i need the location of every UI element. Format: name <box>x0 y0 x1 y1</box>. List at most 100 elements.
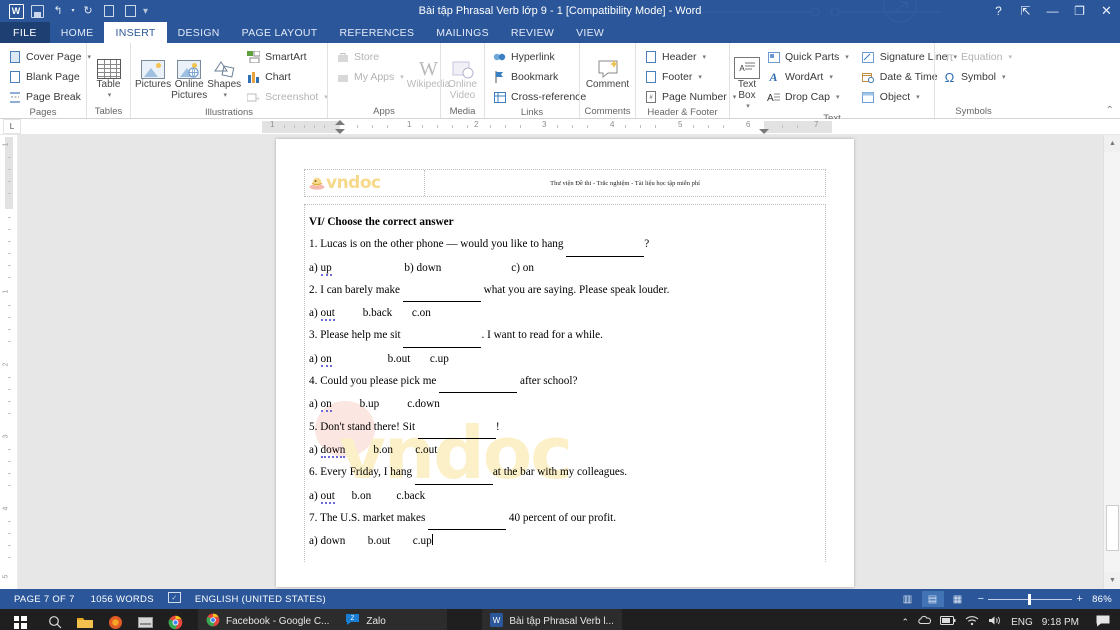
onedrive-icon[interactable] <box>918 615 932 629</box>
chrome-icon[interactable] <box>160 609 190 630</box>
tab-mailings[interactable]: MAILINGS <box>425 22 500 43</box>
undo-dropdown-icon[interactable]: ▾ <box>69 2 77 20</box>
page-number-button[interactable]: # Page Number ▾ <box>640 88 739 106</box>
tab-page-layout[interactable]: PAGE LAYOUT <box>231 22 329 43</box>
tab-design[interactable]: DESIGN <box>167 22 231 43</box>
ribbon-display-options-button[interactable]: ⇱ <box>1012 0 1039 22</box>
print-layout-button[interactable]: ▤ <box>921 591 944 607</box>
hanging-indent-marker[interactable] <box>335 129 345 134</box>
customize-qat-icon[interactable]: ▾ <box>141 6 150 17</box>
new-document-icon[interactable] <box>99 2 119 20</box>
help-button[interactable]: ? <box>985 0 1012 22</box>
taskbar-clock[interactable]: 9:18 PM <box>1042 617 1079 628</box>
zoom-out-button[interactable]: − <box>978 593 985 605</box>
table-button[interactable]: Table ▾ <box>91 47 126 101</box>
taskbar-item-chrome[interactable]: Facebook - Google C... <box>198 609 338 630</box>
symbol-label: Symbol <box>961 71 997 83</box>
unikey-icon[interactable] <box>130 609 160 630</box>
scroll-down-arrow[interactable]: ▼ <box>1104 572 1120 589</box>
scroll-up-arrow[interactable]: ▲ <box>1104 135 1120 152</box>
word-count[interactable]: 1056 WORDS <box>83 594 162 605</box>
web-layout-button[interactable]: ▦ <box>947 591 969 607</box>
zoom-slider[interactable]: − + <box>978 593 1083 605</box>
cover-page-button[interactable]: Cover Page ▾ <box>4 48 94 66</box>
redo-icon[interactable]: ↻ <box>78 2 98 20</box>
smartart-button[interactable]: SmartArt <box>243 48 331 66</box>
wifi-icon[interactable] <box>965 615 979 629</box>
document-canvas[interactable]: vndoc Thư viện Đề thi - Trắc nghiệm - Tà… <box>18 135 1120 589</box>
volume-icon[interactable] <box>988 615 1002 629</box>
firefox-icon[interactable] <box>100 609 130 630</box>
scrollbar-thumb[interactable] <box>1106 505 1119 551</box>
table-dropdown-icon[interactable]: ▾ <box>108 90 112 101</box>
spell-check-icon[interactable]: ✓ <box>162 592 187 606</box>
tab-insert[interactable]: INSERT <box>104 22 167 43</box>
text-box-button[interactable]: A Text Box ▾ <box>734 47 760 112</box>
bookmark-button[interactable]: Bookmark <box>489 68 589 86</box>
tab-file[interactable]: FILE <box>0 22 50 43</box>
left-indent-marker[interactable] <box>335 120 345 125</box>
smartart-label: SmartArt <box>265 51 307 63</box>
save-icon[interactable] <box>27 2 47 20</box>
language-indicator[interactable]: ENGLISH (UNITED STATES) <box>187 594 334 605</box>
online-pictures-button[interactable]: Online Pictures <box>171 47 207 101</box>
minimize-button[interactable]: — <box>1039 0 1066 22</box>
read-mode-button[interactable]: ▥ <box>897 591 919 607</box>
wordart-icon: A <box>769 69 778 84</box>
restore-button[interactable]: ❐ <box>1066 0 1093 22</box>
hyperlink-button[interactable]: Hyperlink <box>489 48 589 66</box>
table-icon <box>96 49 121 79</box>
tab-view[interactable]: VIEW <box>565 22 615 43</box>
close-button[interactable]: ✕ <box>1093 0 1120 22</box>
vertical-ruler[interactable]: 1 1 2 3 4 5 <box>0 135 18 589</box>
undo-icon[interactable]: ↰ <box>48 2 68 20</box>
blank-page-button[interactable]: Blank Page <box>4 68 94 86</box>
show-hidden-icons-icon[interactable]: ⌃ <box>902 617 910 628</box>
ruler-number: 5 <box>678 120 683 129</box>
tab-stop-selector-button[interactable]: L <box>3 119 21 134</box>
document-body[interactable]: vndoc VI/ Choose the correct answer 1. L… <box>304 204 826 562</box>
wordart-button[interactable]: A WordArt ▾ <box>763 68 852 86</box>
tab-review[interactable]: REVIEW <box>500 22 565 43</box>
taskbar-item-zalo[interactable]: Z Zalo <box>337 609 448 630</box>
pictures-button[interactable]: Pictures <box>135 47 171 90</box>
chart-button[interactable]: Chart <box>243 68 331 86</box>
document-page[interactable]: vndoc Thư viện Đề thi - Trắc nghiệm - Tà… <box>276 139 854 587</box>
taskbar-item-word[interactable]: W Bài tập Phrasal Verb l... <box>482 609 622 630</box>
text-box-dropdown-icon[interactable]: ▾ <box>746 101 750 112</box>
zoom-knob[interactable] <box>1028 593 1032 605</box>
online-video-button: Online Video <box>445 47 480 101</box>
symbol-icon: Ω <box>944 69 955 85</box>
vertical-scrollbar[interactable]: ▲ ▼ <box>1103 135 1120 589</box>
ribbon-group-header-footer: Header ▾ Footer ▾ # Page Number ▾ Header & … <box>635 43 736 118</box>
taskbar-language[interactable]: ENG <box>1011 617 1033 628</box>
collapse-ribbon-button[interactable]: ⌃ <box>1106 105 1114 116</box>
zoom-in-button[interactable]: + <box>1076 593 1083 605</box>
tab-home[interactable]: HOME <box>50 22 105 43</box>
zoom-level[interactable]: 86% <box>1092 594 1112 605</box>
shapes-button[interactable]: Shapes ▾ <box>207 47 241 101</box>
file-explorer-icon[interactable] <box>70 609 100 630</box>
comment-button[interactable]: Comment <box>584 47 631 90</box>
page-break-button[interactable]: Page Break <box>4 88 94 106</box>
battery-icon[interactable] <box>940 616 956 628</box>
online-pictures-icon <box>177 49 202 79</box>
cross-reference-button[interactable]: Cross-reference <box>489 88 589 106</box>
drop-cap-button[interactable]: A Drop Cap ▾ <box>763 88 852 106</box>
search-icon[interactable] <box>40 609 70 630</box>
print-preview-icon[interactable] <box>120 2 140 20</box>
zoom-track[interactable] <box>988 593 1073 605</box>
pictures-label: Pictures <box>135 79 172 90</box>
header-button[interactable]: Header ▾ <box>640 48 739 66</box>
right-indent-marker[interactable] <box>759 129 769 134</box>
quick-parts-button[interactable]: Quick Parts ▾ <box>763 48 852 66</box>
windows-taskbar: Facebook - Google C... Z Zalo W Bài tập … <box>0 609 1120 630</box>
page-indicator[interactable]: PAGE 7 OF 7 <box>6 594 83 605</box>
symbol-button[interactable]: Ω Symbol ▾ <box>939 68 1015 86</box>
horizontal-ruler[interactable]: 1 1 2 3 4 5 6 7 <box>262 120 832 134</box>
shapes-dropdown-icon[interactable]: ▾ <box>223 90 227 101</box>
start-button[interactable] <box>0 609 40 630</box>
tab-references[interactable]: REFERENCES <box>329 22 426 43</box>
footer-button[interactable]: Footer ▾ <box>640 68 739 86</box>
action-center-icon[interactable] <box>1096 615 1110 630</box>
